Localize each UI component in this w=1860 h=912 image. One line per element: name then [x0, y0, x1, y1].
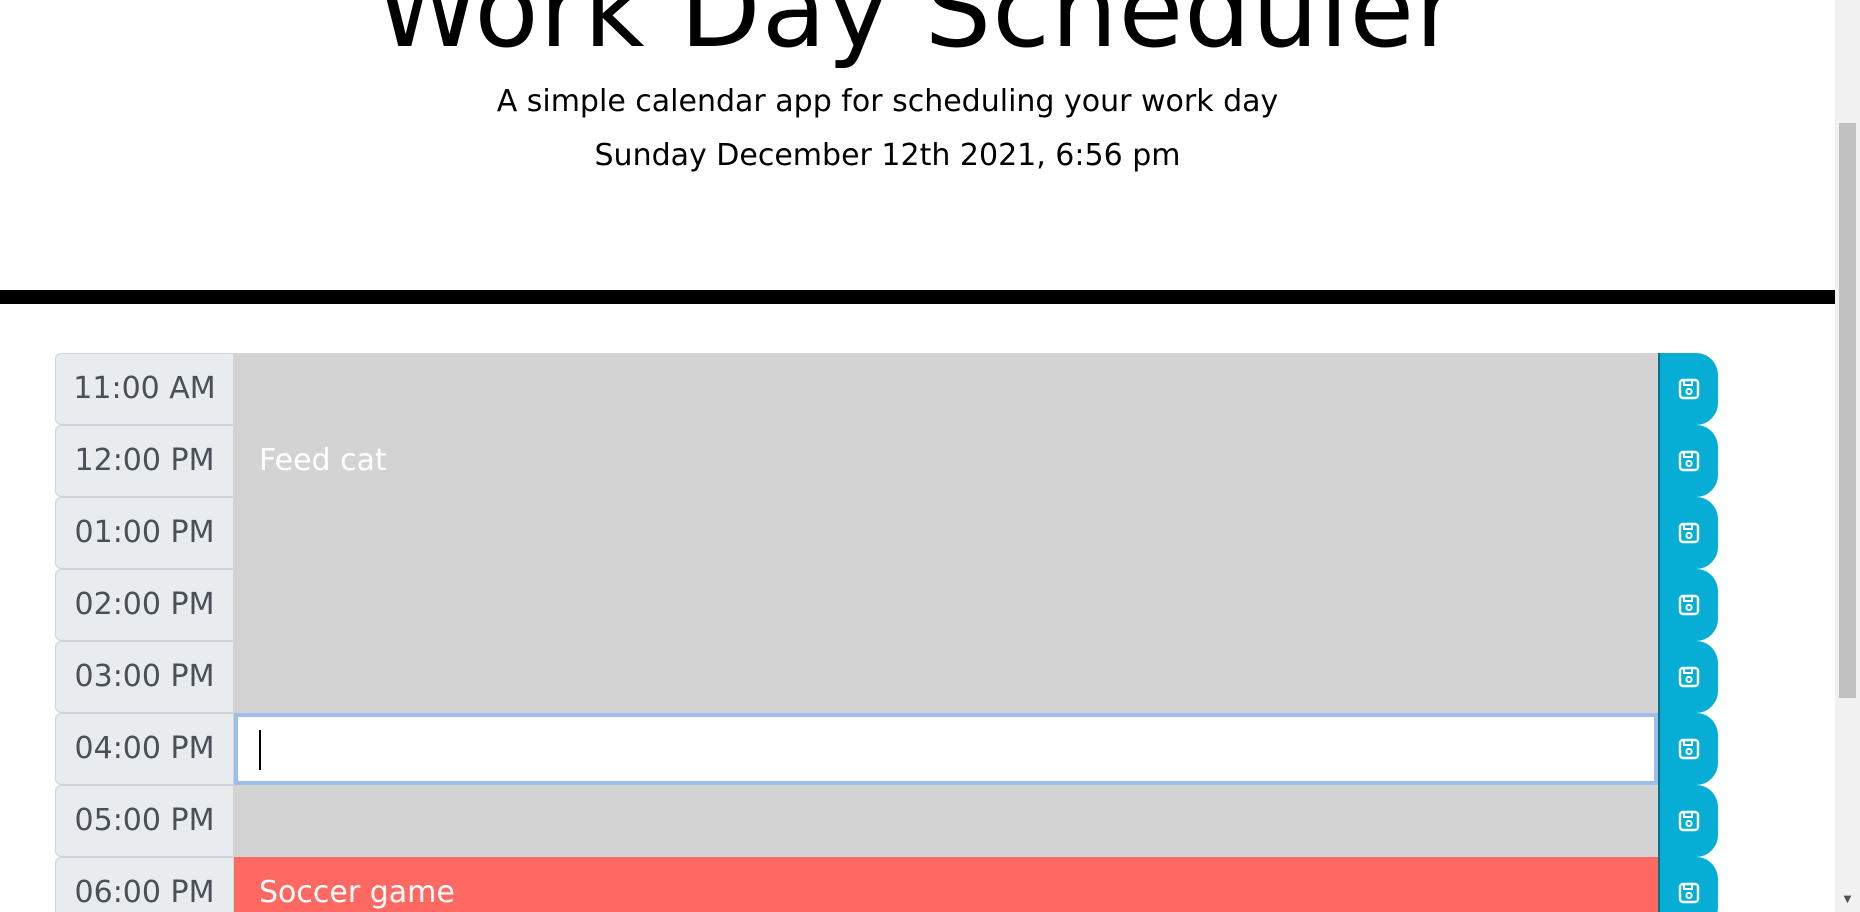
floppy-disk-icon	[1678, 666, 1700, 688]
time-block-row: 01:00 PM	[55, 497, 1720, 569]
page-subtitle: A simple calendar app for scheduling you…	[496, 84, 1279, 119]
app-viewport: Work Day Scheduler A simple calendar app…	[0, 0, 1835, 912]
time-block-row: 11:00 AM	[55, 353, 1720, 425]
hour-label: 06:00 PM	[55, 857, 234, 912]
time-block-row: 03:00 PM	[55, 641, 1720, 713]
event-description-input[interactable]	[234, 497, 1658, 569]
time-block-row: 04:00 PM	[55, 713, 1720, 785]
save-button[interactable]	[1658, 713, 1718, 785]
current-date: Sunday December 12th 2021, 6:56 pm	[594, 138, 1181, 173]
save-button[interactable]	[1658, 425, 1718, 497]
event-description-input[interactable]: Soccer game	[234, 857, 1658, 912]
text-cursor	[259, 729, 261, 770]
floppy-disk-icon	[1678, 738, 1700, 760]
event-description-input[interactable]	[234, 785, 1658, 857]
save-button[interactable]	[1658, 497, 1718, 569]
save-button[interactable]	[1658, 569, 1718, 641]
floppy-disk-icon	[1678, 594, 1700, 616]
time-block-row: 06:00 PM Soccer game	[55, 857, 1720, 912]
scrollbar-thumb[interactable]	[1839, 123, 1856, 698]
save-button[interactable]	[1658, 353, 1718, 425]
hour-label: 02:00 PM	[55, 569, 234, 641]
floppy-disk-icon	[1678, 882, 1700, 904]
floppy-disk-icon	[1678, 450, 1700, 472]
event-description-input[interactable]	[234, 569, 1658, 641]
hour-label: 03:00 PM	[55, 641, 234, 713]
timeblock-list: 11:00 AM 12:00 PM Feed cat 01:00 PM 02:0…	[55, 353, 1720, 912]
hour-label: 12:00 PM	[55, 425, 234, 497]
floppy-disk-icon	[1678, 522, 1700, 544]
event-description-input[interactable]	[234, 353, 1658, 425]
header-divider	[0, 290, 1835, 304]
time-block-row: 12:00 PM Feed cat	[55, 425, 1720, 497]
event-description-input-focused[interactable]	[234, 713, 1658, 785]
scroll-down-arrow-icon[interactable]: ▼	[1839, 892, 1856, 908]
floppy-disk-icon	[1678, 810, 1700, 832]
event-description-input[interactable]: Feed cat	[234, 425, 1658, 497]
floppy-disk-icon	[1678, 378, 1700, 400]
hour-label: 11:00 AM	[55, 353, 234, 425]
hour-label: 01:00 PM	[55, 497, 234, 569]
time-block-row: 05:00 PM	[55, 785, 1720, 857]
time-block-row: 02:00 PM	[55, 569, 1720, 641]
event-description-input[interactable]	[234, 641, 1658, 713]
page-title: Work Day Scheduler	[375, 0, 1460, 71]
hour-label: 05:00 PM	[55, 785, 234, 857]
hour-label: 04:00 PM	[55, 713, 234, 785]
save-button[interactable]	[1658, 641, 1718, 713]
save-button[interactable]	[1658, 785, 1718, 857]
save-button[interactable]	[1658, 857, 1718, 912]
